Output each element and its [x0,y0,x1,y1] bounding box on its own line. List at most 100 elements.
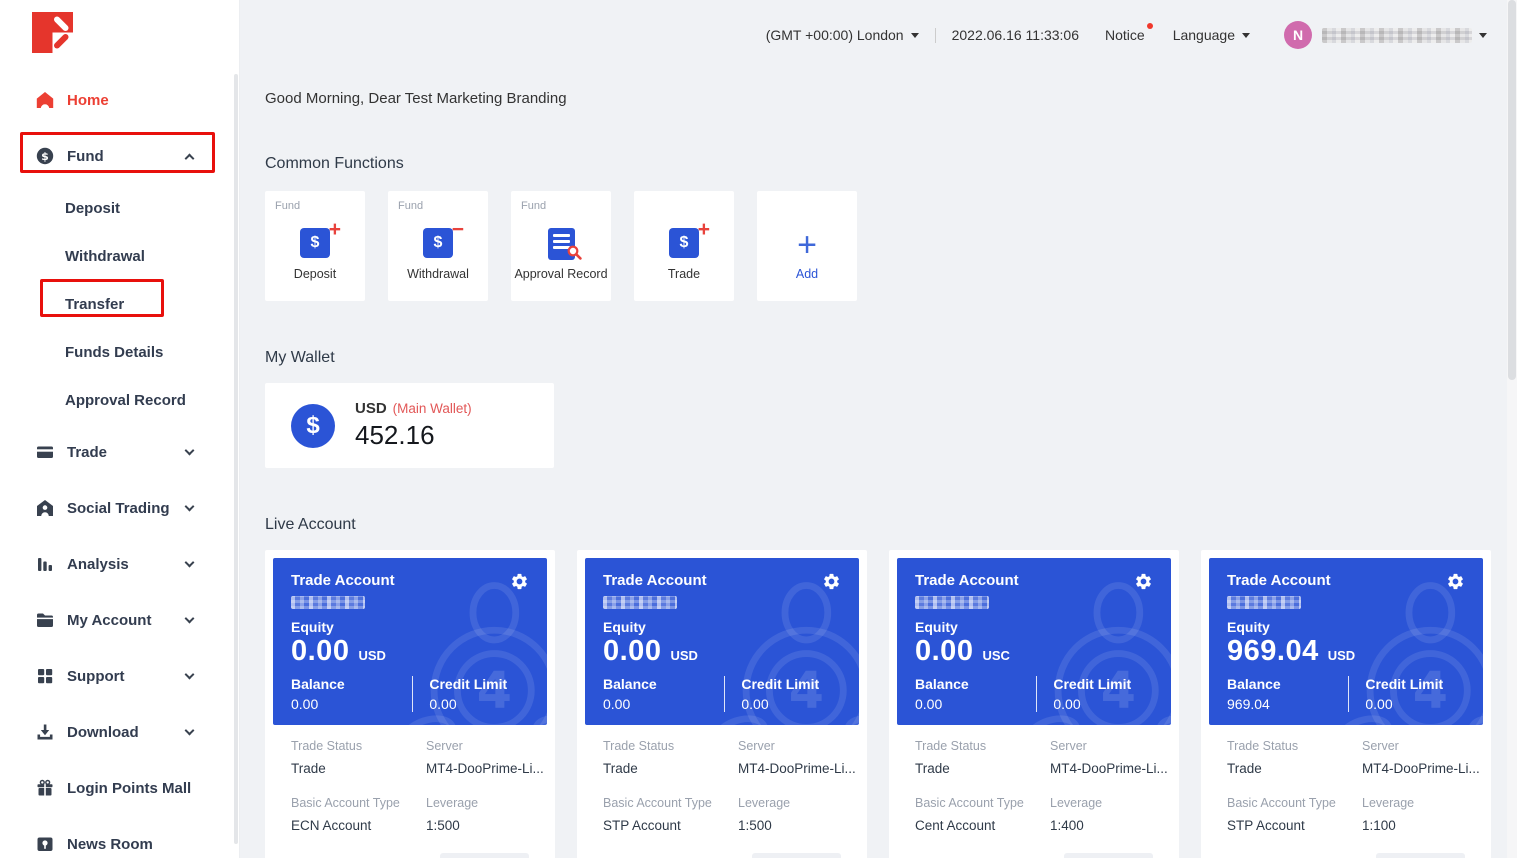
account-summary-panel: Trade Account Equity 969.04 USD Balance [1209,558,1483,725]
account-summary-panel: Trade Account Equity 0.00 USC Balance 0. [897,558,1171,725]
page-scrollbar-thumb[interactable] [1508,0,1516,380]
sidebar-item-download[interactable]: Download [0,704,239,760]
dollar-circle-icon: $ [291,404,335,448]
sidebar-item-support[interactable]: Support [0,648,239,704]
function-card-withdrawal[interactable]: Fund $− Withdrawal [388,191,488,301]
bar-chart-icon [36,555,54,573]
leverage-value: 1:500 [426,818,544,833]
dollar-circle-icon: $ [36,147,54,165]
sidebar-item-label: Deposit [65,200,120,217]
settings-gear-icon[interactable] [1446,572,1465,591]
user-menu[interactable]: N [1284,21,1487,49]
my-wallet-title: My Wallet [265,349,1517,367]
function-card-label: Add [757,267,857,281]
sidebar-item-news-room[interactable]: News Room [0,816,239,858]
sidebar-item-my-account[interactable]: My Account [0,592,239,648]
deposit-icon: $+ [265,228,365,264]
approval-record-icon [511,228,611,264]
web-trade-button[interactable]: Web Trade [1376,853,1465,858]
credit-limit-label: Credit Limit [1365,676,1465,692]
function-card-trade[interactable]: $+ Trade [634,191,734,301]
credit-limit-label: Credit Limit [741,676,841,692]
function-card-category: Fund [521,200,546,212]
equity-currency: USC [982,648,1009,663]
brand-logo[interactable] [32,12,73,53]
plus-badge-icon: + [329,215,341,245]
sidebar-item-analysis[interactable]: Analysis [0,536,239,592]
wallet-card[interactable]: $ USD(Main Wallet) 452.16 [265,383,554,468]
sidebar-item-social-trading[interactable]: Social Trading [0,480,239,536]
sidebar-item-label: Funds Details [65,344,163,361]
sidebar-item-label: Social Trading [67,500,170,517]
sidebar-item-funds-details[interactable]: Funds Details [0,328,239,376]
equity-label: Equity [603,619,841,635]
account-type-value: Cent Account [915,818,1050,833]
main-area: (GMT +00:00) London 2022.06.16 11:33:06 … [241,0,1517,858]
balance-value: 0.00 [603,696,724,712]
home-icon [36,91,54,109]
trade-account-title: Trade Account [603,572,707,589]
withdrawal-icon: $− [388,228,488,264]
settings-gear-icon[interactable] [1134,572,1153,591]
page-scrollbar[interactable] [1507,0,1517,858]
minus-badge-icon: − [452,215,464,245]
sidebar-item-transfer[interactable]: Transfer [0,280,239,328]
server-value: MT4-DooPrime-Li... [426,761,544,776]
credit-limit-value: 0.00 [1053,696,1153,712]
chevron-down-icon [185,501,195,511]
function-card-label: Deposit [265,267,365,281]
timezone-select[interactable]: (GMT +00:00) London [766,27,919,43]
timezone-label: (GMT +00:00) London [766,27,904,43]
chevron-down-icon [1242,33,1250,38]
news-room-icon [36,835,54,853]
grid-icon [36,667,54,685]
sidebar-item-label: Download [67,724,139,741]
web-trade-button[interactable]: Web Trade [440,853,529,858]
equity-value: 969.04 [1227,635,1319,668]
sidebar-item-home[interactable]: Home [0,72,239,128]
language-select[interactable]: Language [1173,27,1250,43]
sidebar-item-login-points-mall[interactable]: Login Points Mall [0,760,239,816]
account-details: Trade StatusTrade ServerMT4-DooPrime-Li.… [1209,725,1483,858]
leverage-value: 1:400 [1050,818,1168,833]
sidebar-item-label: Analysis [67,556,129,573]
function-card-category: Fund [398,200,423,212]
settings-gear-icon[interactable] [510,572,529,591]
wallet-main-tag: (Main Wallet) [393,401,472,416]
equity-value: 0.00 [603,635,661,668]
sidebar-item-deposit[interactable]: Deposit [0,184,239,232]
server-value: MT4-DooPrime-Li... [1050,761,1168,776]
wallet-icon [36,443,54,461]
sidebar-item-withdrawal[interactable]: Withdrawal [0,232,239,280]
sidebar-item-label: Approval Record [65,392,186,409]
trade-icon: $+ [634,228,734,264]
sidebar-item-approval-record[interactable]: Approval Record [0,376,239,424]
notice-link[interactable]: Notice [1105,27,1145,43]
account-type-label: Basic Account Type [915,796,1050,810]
sidebar-item-label: Withdrawal [65,248,145,265]
web-trade-button[interactable]: Web Trade [1064,853,1153,858]
server-label: Server [738,739,856,753]
web-trade-button[interactable]: Web Trade [752,853,841,858]
sidebar-scrollbar[interactable] [234,74,238,844]
add-plus-icon: + [757,228,857,264]
function-card-add[interactable]: + Add [757,191,857,301]
equity-value: 0.00 [291,635,349,668]
function-card-category: Fund [275,200,300,212]
server-value: MT4-DooPrime-Li... [1362,761,1480,776]
function-card-approval-record[interactable]: Fund Approval Record [511,191,611,301]
sidebar-item-trade[interactable]: Trade [0,424,239,480]
settings-gear-icon[interactable] [822,572,841,591]
server-label: Server [1050,739,1168,753]
sidebar-item-label: My Account [67,612,151,629]
sidebar-item-label: Home [67,92,109,109]
account-details: Trade StatusTrade ServerMT4-DooPrime-Li.… [585,725,859,858]
common-functions-title: Common Functions [265,155,1517,173]
account-summary-panel: Trade Account Equity 0.00 USD Balance 0. [585,558,859,725]
server-value: MT4-DooPrime-Li... [738,761,856,776]
gift-icon [36,779,54,797]
credit-limit-label: Credit Limit [429,676,529,692]
wallet-amount: 452.16 [355,420,472,451]
function-card-deposit[interactable]: Fund $+ Deposit [265,191,365,301]
sidebar-item-fund[interactable]: $ Fund [0,128,239,184]
